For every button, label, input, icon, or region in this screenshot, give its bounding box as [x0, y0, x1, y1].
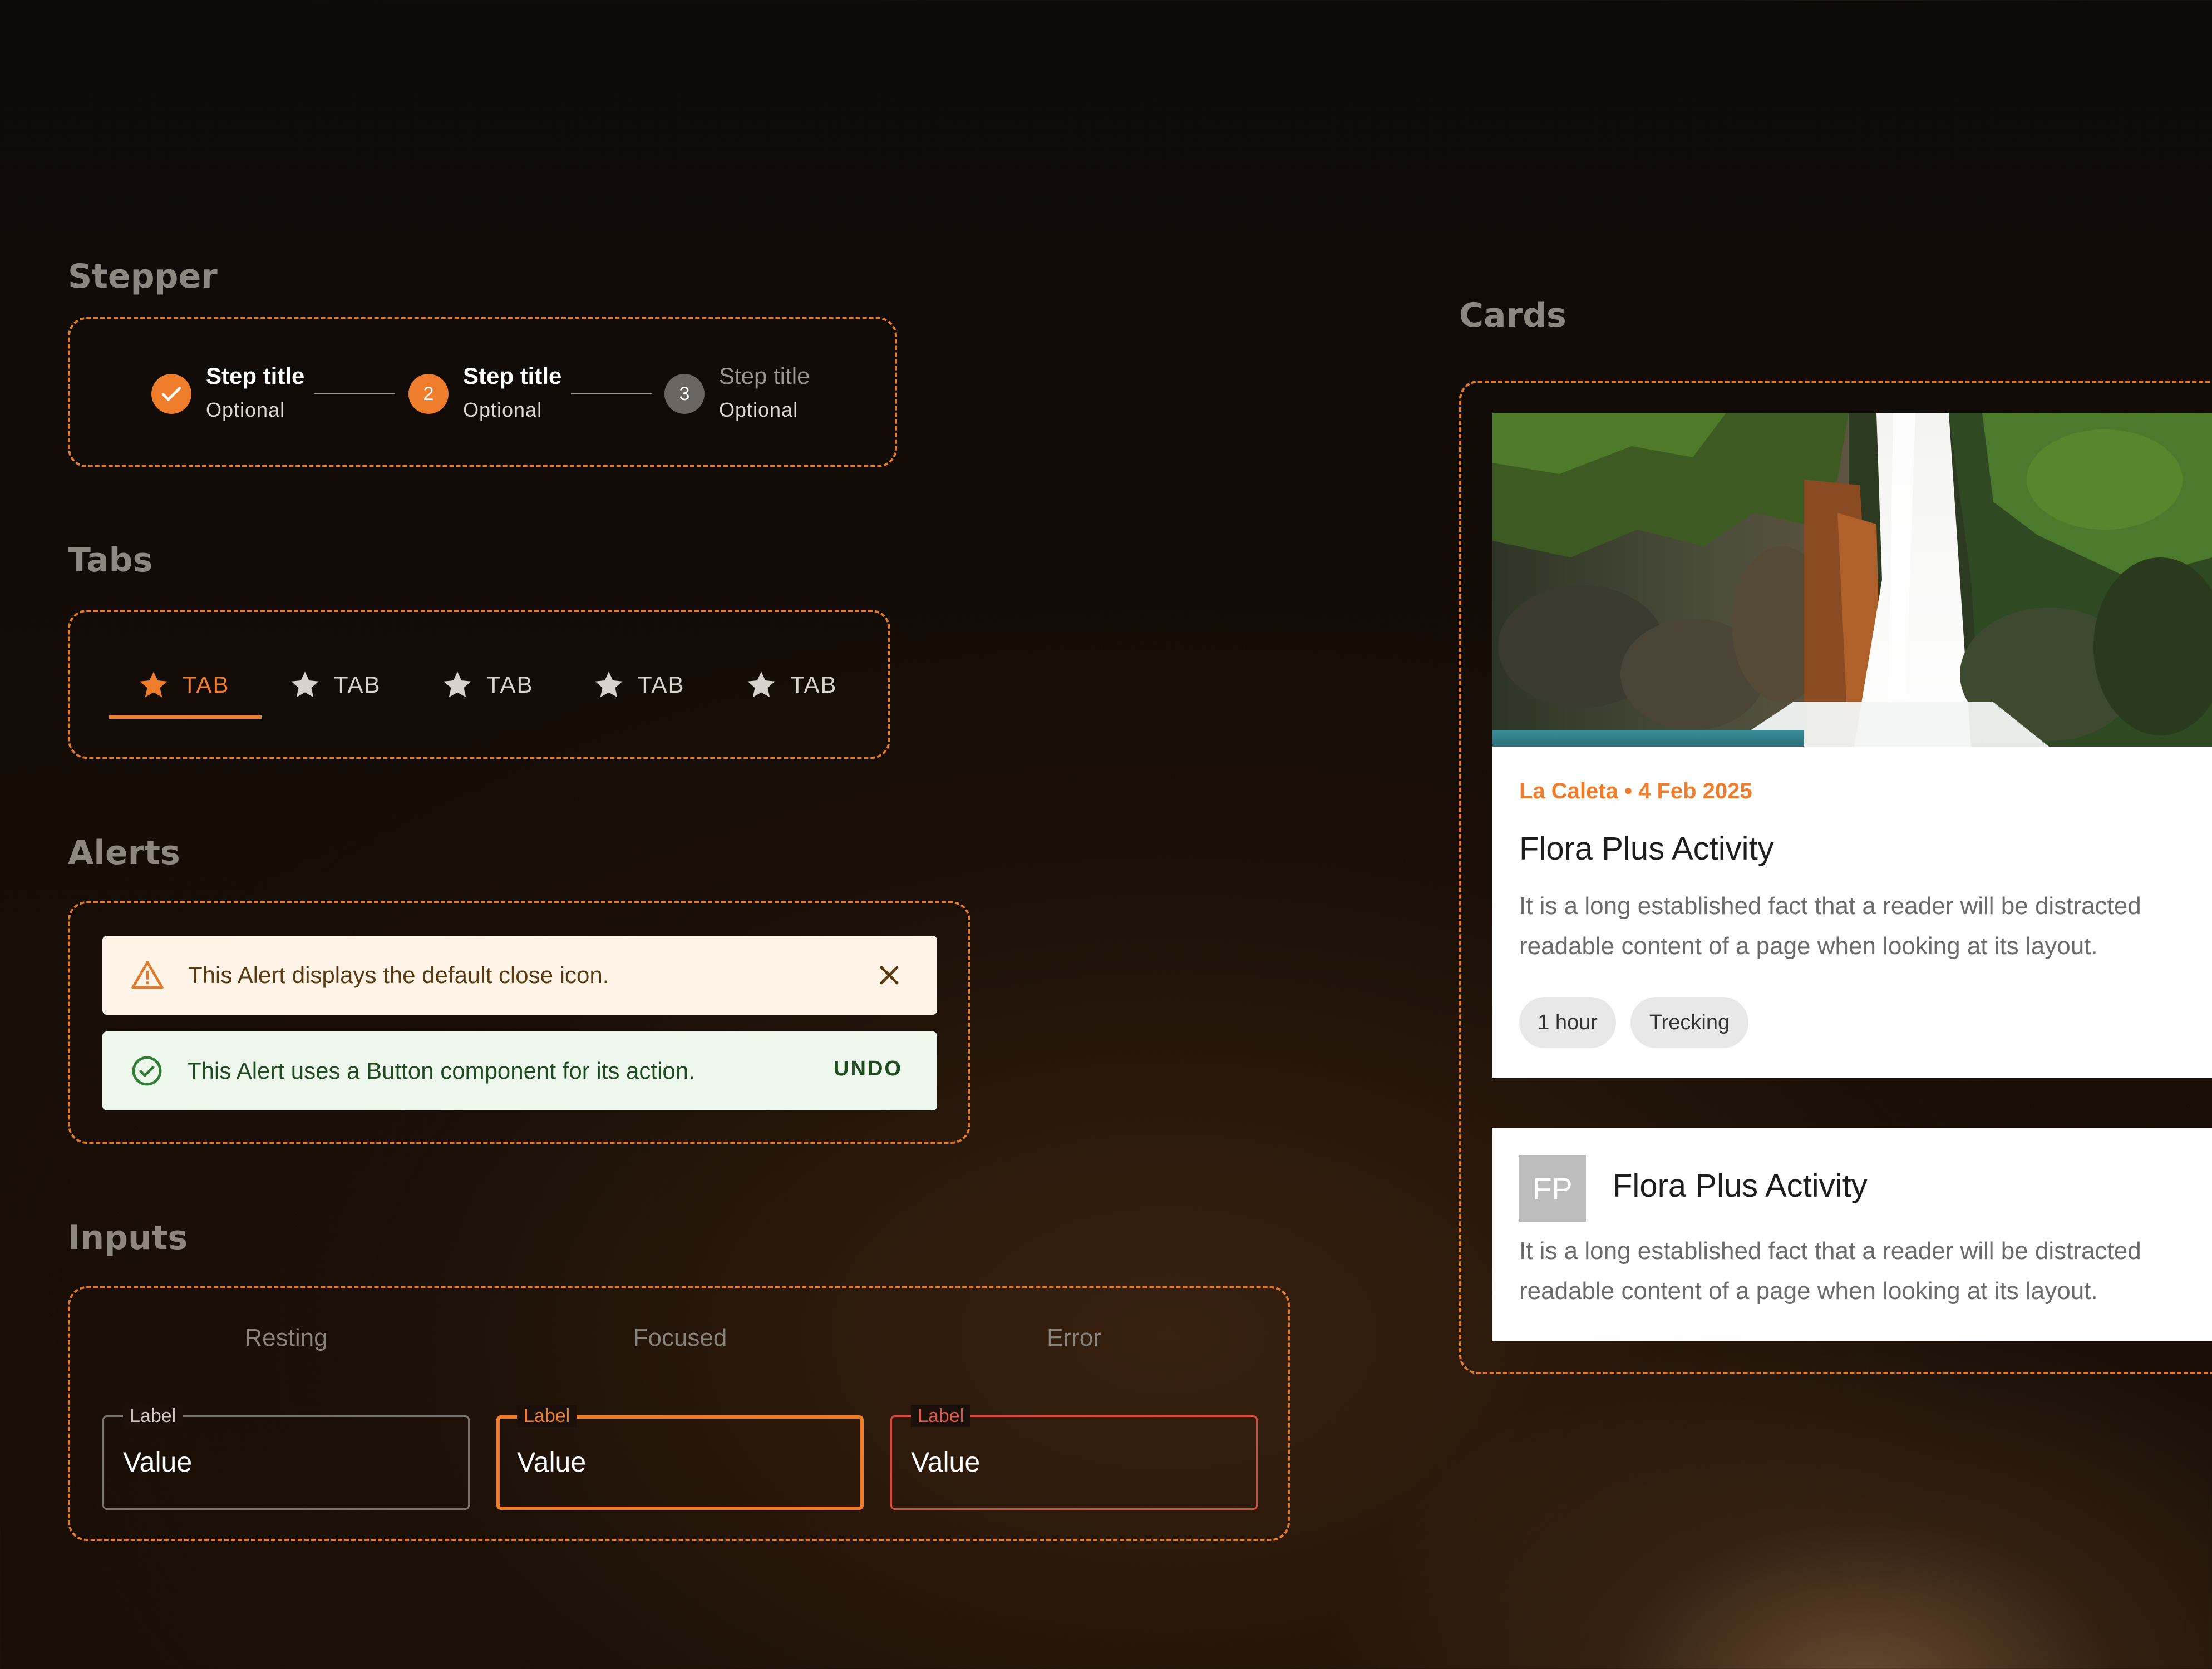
focused-input[interactable]: Label Value	[496, 1405, 864, 1510]
waterfall-image	[1492, 413, 2212, 747]
step-2-number-badge[interactable]: 2	[408, 374, 449, 414]
tab-4[interactable]: TAB	[592, 660, 685, 710]
cards-section-title: Cards	[1459, 296, 1566, 335]
step-2-title: Step title	[463, 363, 562, 389]
success-alert: This Alert uses a Button component for i…	[102, 1031, 937, 1110]
step-3-subtitle: Optional	[719, 398, 799, 421]
check-circle-icon	[132, 1056, 162, 1086]
star-icon	[140, 671, 167, 698]
tab-3-label: TAB	[486, 671, 534, 698]
success-alert-text: This Alert uses a Button component for i…	[187, 1058, 695, 1084]
step-1-check-icon[interactable]	[151, 374, 191, 414]
avatar: FP	[1519, 1155, 1586, 1222]
chip-duration[interactable]: 1 hour	[1519, 997, 1616, 1048]
tab-2[interactable]: TAB	[288, 660, 381, 710]
avatar-card[interactable]: FP Flora Plus Activity It is a long esta…	[1492, 1128, 2212, 1341]
undo-button[interactable]: UNDO	[834, 1057, 903, 1081]
error-input[interactable]: Label Value	[890, 1405, 1258, 1510]
avatar-card-body-line-2: readable content of a page when looking …	[1519, 1277, 2098, 1305]
star-icon	[291, 671, 319, 698]
card-title: Flora Plus Activity	[1519, 831, 1774, 867]
step-3-title: Step title	[719, 363, 810, 389]
tab-4-label: TAB	[638, 671, 685, 698]
alerts-frame: This Alert displays the default close ic…	[68, 901, 970, 1144]
tabs-frame: TAB TAB TAB TAB TAB	[68, 610, 890, 759]
warning-icon	[131, 961, 164, 989]
close-icon[interactable]	[876, 962, 903, 989]
star-icon	[595, 671, 623, 698]
inputs-frame: Resting Focused Error Label Value Label …	[68, 1286, 1290, 1541]
alerts-section-title: Alerts	[68, 833, 180, 872]
card-meta: La Caleta • 4 Feb 2025	[1519, 779, 1752, 803]
resting-input-value: Value	[123, 1446, 193, 1478]
focused-column-title: Focused	[633, 1324, 727, 1351]
step-connector-1	[314, 393, 395, 394]
tab-2-label: TAB	[334, 671, 381, 698]
step-2-subtitle: Optional	[463, 398, 543, 421]
inputs-section-title: Inputs	[68, 1218, 188, 1257]
resting-input[interactable]: Label Value	[102, 1405, 470, 1510]
error-input-value: Value	[911, 1446, 981, 1478]
tabs-section-title: Tabs	[68, 541, 153, 580]
warning-alert: This Alert displays the default close ic…	[102, 936, 937, 1015]
avatar-card-title: Flora Plus Activity	[1613, 1168, 1868, 1204]
step-1-subtitle: Optional	[206, 398, 285, 421]
star-icon	[747, 671, 775, 698]
chip-trecking[interactable]: Trecking	[1630, 997, 1748, 1048]
tab-5[interactable]: TAB	[745, 660, 837, 710]
warning-alert-text: This Alert displays the default close ic…	[188, 962, 609, 988]
tab-1-label: TAB	[183, 671, 230, 698]
tab-3[interactable]: TAB	[441, 660, 534, 710]
resting-input-label: Label	[123, 1405, 183, 1427]
stepper-frame: Step title Optional 2 Step title Optiona…	[68, 317, 897, 467]
error-input-label: Label	[911, 1405, 971, 1427]
error-column-title: Error	[1047, 1324, 1101, 1351]
focused-input-label: Label	[517, 1405, 577, 1427]
tab-active-indicator	[109, 715, 262, 719]
resting-column-title: Resting	[244, 1324, 328, 1351]
card-body-line-1: It is a long established fact that a rea…	[1519, 892, 2141, 920]
step-3-number-badge[interactable]: 3	[664, 374, 705, 414]
star-icon	[444, 671, 471, 698]
tab-1[interactable]: TAB	[137, 660, 230, 710]
avatar-card-body-line-1: It is a long established fact that a rea…	[1519, 1237, 2141, 1265]
step-1-title: Step title	[206, 363, 305, 389]
tab-5-label: TAB	[790, 671, 837, 698]
card-body-line-2: readable content of a page when looking …	[1519, 932, 2098, 960]
focused-input-value: Value	[517, 1446, 587, 1478]
media-card[interactable]: La Caleta • 4 Feb 2025 Flora Plus Activi…	[1492, 413, 2212, 1078]
step-connector-2	[571, 393, 652, 394]
stepper-section-title: Stepper	[68, 257, 218, 296]
